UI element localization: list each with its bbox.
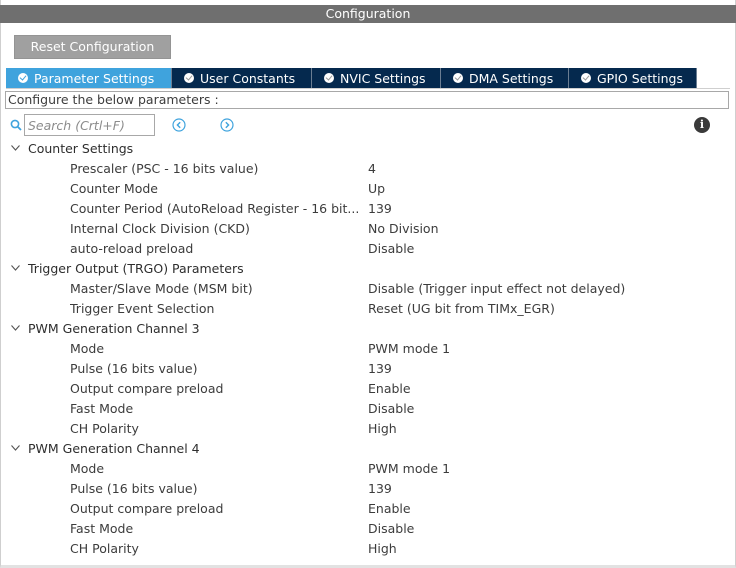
parameter-row[interactable]: Mode PWM mode 1 <box>0 339 736 359</box>
parameter-value[interactable]: Enable <box>368 379 411 399</box>
parameter-name: Fast Mode <box>70 401 134 416</box>
parameter-name: auto-reload preload <box>70 241 194 256</box>
parameter-value[interactable]: Reset (UG bit from TIMx_EGR) <box>368 299 555 319</box>
parameter-row[interactable]: Output compare preload Enable <box>0 499 736 519</box>
tab-label: NVIC Settings <box>340 70 426 86</box>
tab-underline <box>6 88 730 89</box>
parameter-name: Pulse (16 bits value) <box>70 481 198 496</box>
parameter-row[interactable]: Prescaler (PSC - 16 bits value) 4 <box>0 159 736 179</box>
parameter-value[interactable]: Up <box>368 179 385 199</box>
parameter-row[interactable]: Pulse (16 bits value) 139 <box>0 479 736 499</box>
parameter-value[interactable]: No Division <box>368 219 439 239</box>
tab-bar: Parameter Settings User Constants NVIC S… <box>6 68 697 88</box>
parameter-name: Mode <box>70 341 105 356</box>
parameter-name: Output compare preload <box>70 501 224 516</box>
parameter-row[interactable]: Counter Mode Up <box>0 179 736 199</box>
parameter-value[interactable]: Disable <box>368 399 414 419</box>
chevron-down-icon[interactable] <box>11 265 20 271</box>
group-label: Counter Settings <box>28 141 134 156</box>
panel-title: Configuration <box>0 5 736 23</box>
parameter-name: Master/Slave Mode (MSM bit) <box>70 281 253 296</box>
parameter-name: Counter Mode <box>70 181 158 196</box>
group-trigger-output[interactable]: Trigger Output (TRGO) Parameters <box>0 259 736 279</box>
tab-user-constants[interactable]: User Constants <box>172 68 312 88</box>
chevron-down-icon[interactable] <box>11 325 20 331</box>
circle-chevron-right-icon[interactable] <box>220 118 234 132</box>
circle-chevron-left-icon[interactable] <box>172 118 186 132</box>
tab-label: Parameter Settings <box>34 70 155 86</box>
chevron-down-icon[interactable] <box>11 145 20 151</box>
description-label: Configure the below parameters : <box>5 91 729 109</box>
parameter-row[interactable]: Trigger Event Selection Reset (UG bit fro… <box>0 299 736 319</box>
tab-label: User Constants <box>200 70 296 86</box>
parameter-value[interactable]: High <box>368 539 397 559</box>
parameter-value[interactable]: 139 <box>368 359 392 379</box>
parameter-name: Prescaler (PSC - 16 bits value) <box>70 161 259 176</box>
tab-dma-settings[interactable]: DMA Settings <box>441 68 569 88</box>
parameter-value[interactable]: Disable <box>368 239 414 259</box>
parameter-row[interactable]: auto-reload preload Disable <box>0 239 736 259</box>
group-label: PWM Generation Channel 3 <box>28 321 200 336</box>
check-circle-icon <box>581 73 591 83</box>
reset-configuration-button[interactable]: Reset Configuration <box>14 35 171 59</box>
parameter-value[interactable]: 139 <box>368 199 392 219</box>
parameter-value[interactable]: PWM mode 1 <box>368 459 450 479</box>
parameter-name: Pulse (16 bits value) <box>70 361 198 376</box>
parameter-row[interactable]: Fast Mode Disable <box>0 519 736 539</box>
parameter-name: Trigger Event Selection <box>70 301 215 316</box>
parameter-name: Fast Mode <box>70 521 134 536</box>
group-counter-settings[interactable]: Counter Settings <box>0 139 736 159</box>
parameter-row[interactable]: Internal Clock Division (CKD) No Division <box>0 219 736 239</box>
parameter-name: Mode <box>70 461 105 476</box>
check-circle-icon <box>184 73 194 83</box>
parameter-value[interactable]: Enable <box>368 499 411 519</box>
parameter-row[interactable]: CH Polarity High <box>0 539 736 559</box>
group-label: Trigger Output (TRGO) Parameters <box>28 261 244 276</box>
parameter-row[interactable]: Output compare preload Enable <box>0 379 736 399</box>
parameter-value[interactable]: PWM mode 1 <box>368 339 450 359</box>
tab-gpio-settings[interactable]: GPIO Settings <box>569 68 697 88</box>
parameter-value[interactable]: High <box>368 419 397 439</box>
parameter-name: CH Polarity <box>70 421 139 436</box>
parameter-tree: Counter Settings Prescaler (PSC - 16 bit… <box>0 139 736 559</box>
parameter-name: Counter Period (AutoReload Register - 16… <box>70 201 360 216</box>
tab-label: GPIO Settings <box>597 70 683 86</box>
tab-nvic-settings[interactable]: NVIC Settings <box>312 68 441 88</box>
tab-parameter-settings[interactable]: Parameter Settings <box>6 68 172 88</box>
parameter-value[interactable]: Disable <box>368 519 414 539</box>
search-icon <box>10 119 22 131</box>
parameter-row[interactable]: CH Polarity High <box>0 419 736 439</box>
parameter-name: Internal Clock Division (CKD) <box>70 221 250 236</box>
check-circle-icon <box>324 73 334 83</box>
group-pwm-channel-3[interactable]: PWM Generation Channel 3 <box>0 319 736 339</box>
parameter-name: CH Polarity <box>70 541 139 556</box>
group-label: PWM Generation Channel 4 <box>28 441 200 456</box>
info-icon[interactable]: i <box>694 117 710 133</box>
parameter-value[interactable]: 139 <box>368 479 392 499</box>
parameter-row[interactable]: Master/Slave Mode (MSM bit) Disable (Trig… <box>0 279 736 299</box>
search-input[interactable] <box>24 114 155 136</box>
group-pwm-channel-4[interactable]: PWM Generation Channel 4 <box>0 439 736 459</box>
parameter-row[interactable]: Pulse (16 bits value) 139 <box>0 359 736 379</box>
chevron-down-icon[interactable] <box>11 445 20 451</box>
tab-label: DMA Settings <box>469 70 554 86</box>
check-circle-icon <box>18 73 28 83</box>
parameter-row[interactable]: Counter Period (AutoReload Register - 16… <box>0 199 736 219</box>
parameter-row[interactable]: Fast Mode Disable <box>0 399 736 419</box>
parameter-value[interactable]: Disable (Trigger input effect not delaye… <box>368 279 625 299</box>
check-circle-icon <box>453 73 463 83</box>
parameter-value[interactable]: 4 <box>368 159 376 179</box>
parameter-name: Output compare preload <box>70 381 224 396</box>
parameter-row[interactable]: Mode PWM mode 1 <box>0 459 736 479</box>
